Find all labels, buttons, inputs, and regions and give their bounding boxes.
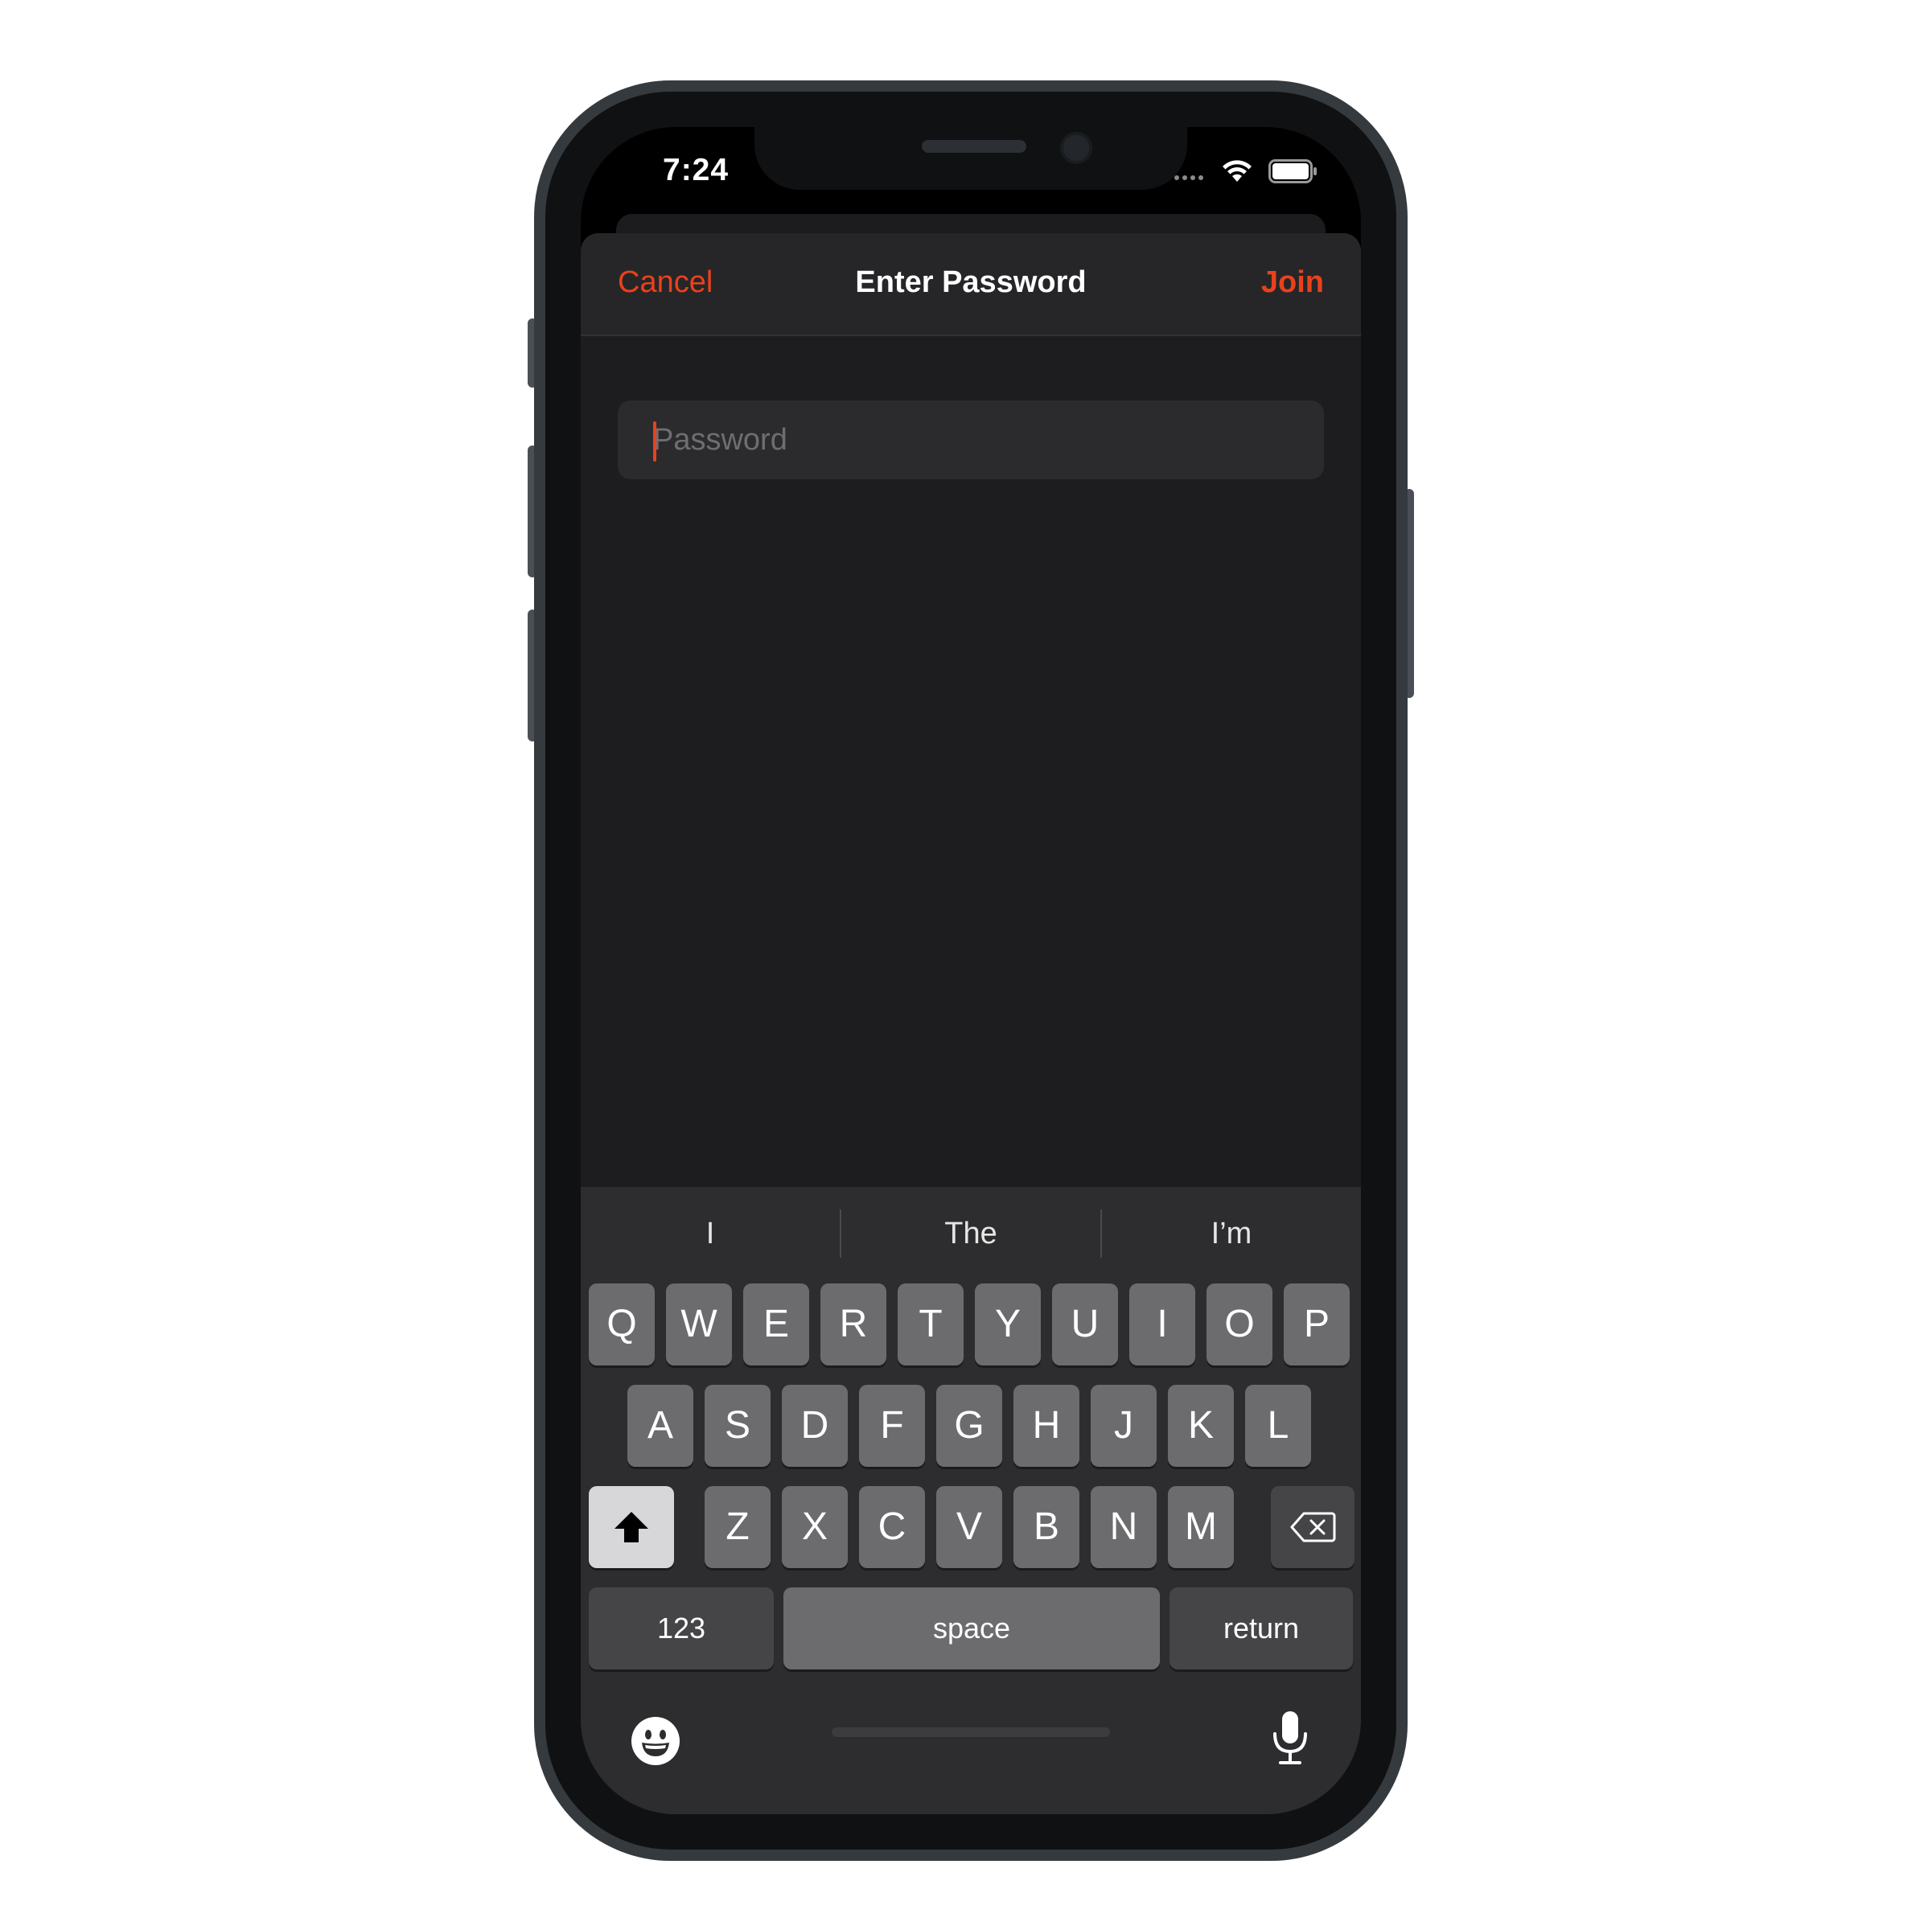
- emoji-icon[interactable]: [631, 1716, 680, 1770]
- key-o[interactable]: O: [1206, 1283, 1272, 1365]
- phone-screen: 7:24 Enter Password Cancel Join I The I’…: [581, 127, 1361, 1814]
- speaker-grille: [922, 140, 1026, 153]
- text-caret: [653, 421, 656, 462]
- microphone-icon[interactable]: [1271, 1710, 1309, 1770]
- key-c[interactable]: C: [859, 1486, 925, 1568]
- wifi-icon: [1221, 158, 1253, 187]
- home-indicator[interactable]: [832, 1727, 1110, 1737]
- key-n[interactable]: N: [1091, 1486, 1157, 1568]
- shift-key[interactable]: [589, 1486, 674, 1568]
- key-w[interactable]: W: [666, 1283, 732, 1365]
- numbers-key[interactable]: 123: [589, 1587, 774, 1669]
- key-z[interactable]: Z: [705, 1486, 771, 1568]
- suggestion-item[interactable]: I: [581, 1187, 840, 1280]
- key-y[interactable]: Y: [975, 1283, 1041, 1365]
- suggestion-bar: I The I’m: [581, 1187, 1361, 1280]
- shift-icon: [615, 1512, 648, 1542]
- suggestion-item[interactable]: The: [841, 1187, 1100, 1280]
- notch: [754, 127, 1187, 190]
- key-b[interactable]: B: [1013, 1486, 1079, 1568]
- key-k[interactable]: K: [1168, 1385, 1234, 1467]
- key-g[interactable]: G: [936, 1385, 1002, 1467]
- password-input[interactable]: [653, 400, 1297, 479]
- delete-icon: [1290, 1512, 1336, 1542]
- key-e[interactable]: E: [743, 1283, 809, 1365]
- key-q[interactable]: Q: [589, 1283, 655, 1365]
- key-p[interactable]: P: [1284, 1283, 1350, 1365]
- cellular-signal-icon: [1174, 175, 1203, 180]
- join-button[interactable]: Join: [1261, 265, 1324, 300]
- key-l[interactable]: L: [1245, 1385, 1311, 1467]
- key-f[interactable]: F: [859, 1385, 925, 1467]
- key-r[interactable]: R: [820, 1283, 886, 1365]
- key-t[interactable]: T: [898, 1283, 964, 1365]
- key-d[interactable]: D: [782, 1385, 848, 1467]
- delete-key[interactable]: [1271, 1486, 1354, 1568]
- key-s[interactable]: S: [705, 1385, 771, 1467]
- key-h[interactable]: H: [1013, 1385, 1079, 1467]
- key-u[interactable]: U: [1052, 1283, 1118, 1365]
- key-v[interactable]: V: [936, 1486, 1002, 1568]
- suggestion-item[interactable]: I’m: [1102, 1187, 1361, 1280]
- camera-icon: [1060, 132, 1092, 164]
- battery-icon: [1268, 159, 1318, 187]
- status-time: 7:24: [663, 153, 730, 187]
- keyboard: I The I’m Q W E R T Y U I O P A S D F G …: [581, 1187, 1361, 1814]
- stage: 7:24 Enter Password Cancel Join I The I’…: [0, 0, 1932, 1930]
- space-key[interactable]: space: [783, 1587, 1160, 1669]
- key-x[interactable]: X: [782, 1486, 848, 1568]
- password-field[interactable]: [618, 400, 1324, 479]
- key-m[interactable]: M: [1168, 1486, 1234, 1568]
- cancel-button[interactable]: Cancel: [618, 265, 713, 300]
- key-a[interactable]: A: [627, 1385, 693, 1467]
- return-key[interactable]: return: [1169, 1587, 1353, 1669]
- key-j[interactable]: J: [1091, 1385, 1157, 1467]
- key-i[interactable]: I: [1129, 1283, 1195, 1365]
- navigation-bar: Enter Password Cancel Join: [581, 233, 1361, 336]
